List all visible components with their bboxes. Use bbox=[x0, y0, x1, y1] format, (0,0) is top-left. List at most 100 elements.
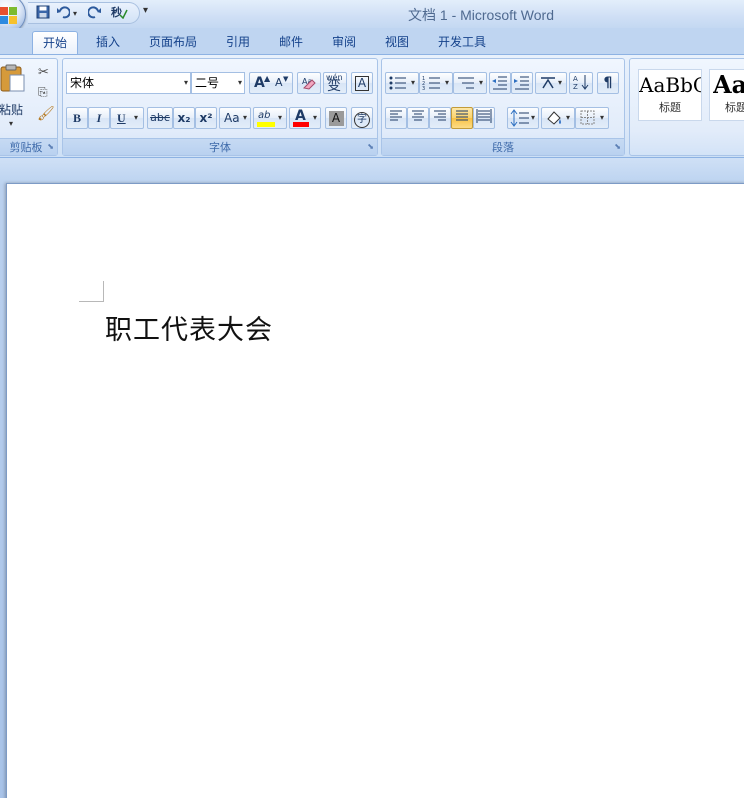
paste-icon[interactable] bbox=[0, 63, 27, 92]
cut-icon[interactable]: ✂ bbox=[38, 65, 49, 80]
style-title2-sample: Aa bbox=[713, 70, 744, 99]
show-marks-icon[interactable]: ¶ bbox=[597, 72, 619, 94]
phonetic-guide-button[interactable]: wén 变 bbox=[323, 72, 347, 94]
font-group: 宋体 ▾ 二号 ▾ A ▲ A ▼ Aa wén 变 A B I U ▾ abc bbox=[62, 58, 378, 156]
numbering-dropdown-icon[interactable]: ▾ bbox=[445, 73, 449, 93]
svg-text:3: 3 bbox=[422, 86, 425, 92]
justify-icon[interactable] bbox=[451, 107, 473, 129]
multilevel-list-button[interactable]: ▾ bbox=[453, 72, 487, 94]
paragraph-group: ▾ 123 ▾ ▾ ▾ AZ ¶ ▾ ▾ ▾ 段落 ⬊ bbox=[381, 58, 625, 156]
borders-button[interactable]: ▾ bbox=[575, 107, 609, 129]
tab-insert[interactable]: 插入 bbox=[86, 31, 130, 54]
line-spacing-dropdown-icon[interactable]: ▾ bbox=[531, 108, 535, 128]
save-icon[interactable] bbox=[34, 5, 52, 22]
align-left-icon[interactable] bbox=[385, 107, 407, 129]
ruler-band bbox=[0, 158, 744, 184]
underline-button[interactable]: U ▾ bbox=[110, 107, 144, 129]
window-title: 文档 1 - Microsoft Word bbox=[408, 7, 554, 23]
shading-dropdown-icon[interactable]: ▾ bbox=[566, 108, 570, 128]
font-name-value: 宋体 bbox=[70, 76, 95, 90]
redo-icon[interactable] bbox=[86, 5, 104, 22]
style-title-sample: AaBbC bbox=[639, 73, 701, 97]
spelling-check-icon[interactable]: 秒 bbox=[108, 5, 130, 22]
paragraph-launcher-icon[interactable]: ⬊ bbox=[614, 142, 621, 152]
customize-qat-icon[interactable]: ▾ bbox=[143, 5, 148, 16]
style-title2-card[interactable]: Aa 标题 bbox=[709, 69, 744, 121]
clipboard-launcher-icon[interactable]: ⬊ bbox=[47, 142, 54, 152]
font-name-dropdown-icon[interactable]: ▾ bbox=[184, 73, 188, 93]
paste-button[interactable]: 粘贴 bbox=[0, 101, 23, 118]
copy-icon[interactable]: ⎘ bbox=[38, 85, 48, 100]
chinese-layout-button[interactable]: ▾ bbox=[535, 72, 567, 94]
tab-developer[interactable]: 开发工具 bbox=[428, 31, 496, 54]
document-area: 职工代表大会 bbox=[0, 158, 744, 798]
highlight-button[interactable]: ab ▾ bbox=[253, 107, 287, 129]
shading-button[interactable]: ▾ bbox=[541, 107, 575, 129]
paste-dropdown-icon[interactable]: ▾ bbox=[9, 119, 13, 128]
paragraph-group-label: 段落 bbox=[382, 138, 624, 155]
borders-dropdown-icon[interactable]: ▾ bbox=[600, 108, 604, 128]
clear-format-icon[interactable]: Aa bbox=[297, 72, 321, 94]
change-case-label: Aa bbox=[224, 111, 240, 125]
tab-page-layout[interactable]: 页面布局 bbox=[139, 31, 207, 54]
subscript-button[interactable]: x₂ bbox=[173, 107, 195, 129]
styles-group: AaBbC 标题 Aa 标题 bbox=[629, 58, 744, 156]
distributed-icon[interactable] bbox=[473, 107, 495, 129]
font-group-label: 字体 bbox=[63, 138, 377, 155]
change-case-dropdown-icon[interactable]: ▾ bbox=[243, 108, 247, 128]
line-spacing-button[interactable]: ▾ bbox=[507, 107, 539, 129]
chinese-layout-dropdown-icon[interactable]: ▾ bbox=[558, 73, 562, 93]
numbering-button[interactable]: 123 ▾ bbox=[419, 72, 453, 94]
bold-button[interactable]: B bbox=[66, 107, 88, 129]
character-shading-button[interactable]: A bbox=[325, 107, 347, 129]
enclose-characters-button[interactable]: 字 bbox=[351, 107, 373, 129]
sort-icon[interactable]: AZ bbox=[569, 72, 593, 94]
tab-references[interactable]: 引用 bbox=[216, 31, 260, 54]
shrink-font-icon: ▼ bbox=[283, 75, 289, 83]
svg-text:Z: Z bbox=[573, 83, 578, 91]
tab-mailings[interactable]: 邮件 bbox=[269, 31, 313, 54]
ribbon-tabs: 开始 插入 页面布局 引用 邮件 审阅 视图 开发工具 bbox=[0, 28, 744, 54]
font-color-dropdown-icon[interactable]: ▾ bbox=[313, 108, 317, 128]
change-case-button[interactable]: Aa ▾ bbox=[219, 107, 251, 129]
grow-shrink-font-buttons: A ▲ A ▼ bbox=[249, 72, 293, 94]
ribbon: 粘贴 ▾ ✂ ⎘ 🖌 剪贴板 ⬊ 宋体 ▾ 二号 ▾ A ▲ A ▼ Aa wé… bbox=[0, 54, 744, 158]
align-center-icon[interactable] bbox=[407, 107, 429, 129]
character-border-button[interactable]: A bbox=[351, 72, 373, 94]
format-painter-icon[interactable]: 🖌 bbox=[37, 106, 55, 122]
strikethrough-button[interactable]: abc bbox=[147, 107, 173, 129]
tab-home[interactable]: 开始 bbox=[32, 31, 79, 54]
font-size-combo[interactable]: 二号 ▾ bbox=[191, 72, 245, 94]
title-bar: ▾ 秒 ▾ 文档 1 - Microsoft Word bbox=[0, 0, 744, 34]
multilevel-list-dropdown-icon[interactable]: ▾ bbox=[479, 73, 483, 93]
character-shading-char: A bbox=[328, 111, 344, 126]
align-right-icon[interactable] bbox=[429, 107, 451, 129]
margin-corner-mark-v bbox=[103, 281, 104, 302]
font-color-button[interactable]: A ▾ bbox=[289, 107, 321, 129]
underline-dropdown-icon[interactable]: ▾ bbox=[134, 108, 138, 128]
margin-corner-mark-h bbox=[79, 301, 103, 302]
decrease-indent-icon[interactable] bbox=[489, 72, 511, 94]
font-color-swatch bbox=[293, 122, 309, 127]
bullets-dropdown-icon[interactable]: ▾ bbox=[411, 73, 415, 93]
italic-button[interactable]: I bbox=[88, 107, 110, 129]
style-title-card[interactable]: AaBbC 标题 bbox=[638, 69, 702, 121]
shrink-font-button[interactable]: A bbox=[275, 73, 283, 93]
undo-dropdown-icon[interactable]: ▾ bbox=[73, 5, 77, 22]
font-name-combo[interactable]: 宋体 ▾ bbox=[66, 72, 191, 94]
tab-view[interactable]: 视图 bbox=[375, 31, 419, 54]
undo-icon[interactable] bbox=[54, 5, 72, 22]
enclose-characters-char: 字 bbox=[354, 112, 370, 128]
superscript-button[interactable]: x² bbox=[195, 107, 217, 129]
document-page[interactable]: 职工代表大会 bbox=[6, 183, 744, 798]
highlight-dropdown-icon[interactable]: ▾ bbox=[278, 108, 282, 128]
increase-indent-icon[interactable] bbox=[511, 72, 533, 94]
tab-review[interactable]: 审阅 bbox=[322, 31, 366, 54]
font-launcher-icon[interactable]: ⬊ bbox=[367, 142, 374, 152]
office-logo-icon bbox=[0, 7, 18, 25]
character-border-char: A bbox=[355, 76, 369, 91]
bullets-button[interactable]: ▾ bbox=[385, 72, 419, 94]
clipboard-group: 粘贴 ▾ ✂ ⎘ 🖌 剪贴板 ⬊ bbox=[0, 58, 58, 156]
font-size-dropdown-icon[interactable]: ▾ bbox=[238, 73, 242, 93]
document-text[interactable]: 职工代表大会 bbox=[105, 308, 273, 347]
